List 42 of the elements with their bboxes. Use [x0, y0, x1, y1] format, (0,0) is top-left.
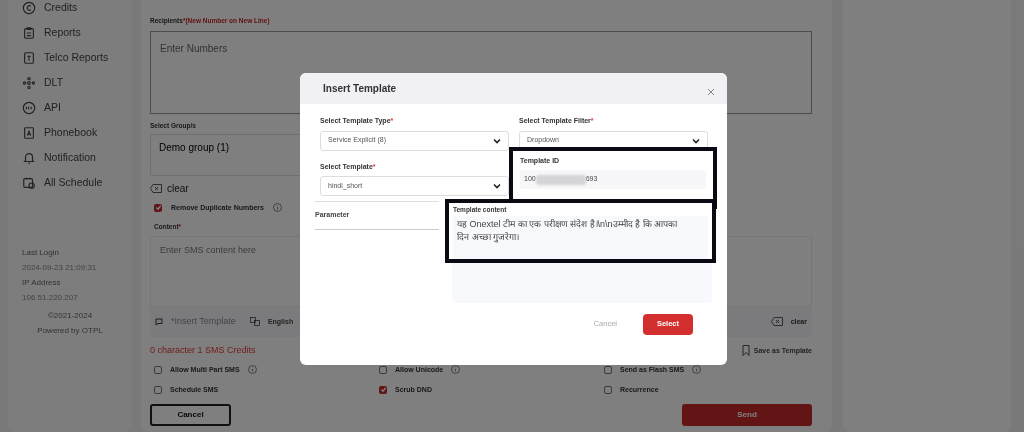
- translate-icon: [249, 317, 260, 327]
- credits-text: 0 character 1 SMS Credits: [150, 344, 256, 357]
- sidebar-item[interactable]: Telco Reports: [44, 49, 109, 66]
- clear-icon[interactable]: [150, 183, 162, 193]
- copyright-text: ©2021-2024: [47, 310, 93, 322]
- cancel-button[interactable]: Cancel: [150, 403, 231, 426]
- sidebar-item[interactable]: Phonebook: [44, 124, 98, 141]
- powered-by-text: Powered by OTPL: [37, 325, 103, 337]
- checkbox[interactable]: [154, 365, 162, 374]
- send-button[interactable]: Send: [682, 403, 812, 426]
- checkbox[interactable]: [154, 203, 162, 212]
- contact-book-icon: [22, 125, 36, 140]
- chevron-down-icon: [493, 183, 501, 189]
- dialog-title: Insert Template: [323, 82, 397, 96]
- close-icon[interactable]: [707, 87, 715, 96]
- blurred-redaction: [535, 174, 586, 185]
- chevron-down-icon: [493, 137, 501, 144]
- checkbox[interactable]: [154, 385, 162, 394]
- sidebar-item[interactable]: DLT: [44, 74, 64, 91]
- dots-cross-icon: [22, 75, 36, 90]
- sidebar-item[interactable]: All Schedule: [44, 174, 103, 191]
- bookmark-icon: [741, 345, 750, 357]
- info-icon: [273, 203, 282, 213]
- sidebar-item[interactable]: Reports: [44, 24, 81, 41]
- template-content-text: यह Onextel टीम का एक परीक्षण संदेश है।\n\nउम्मीद है कि आपका दिन अच्छा गुजरेगा।: [453, 216, 708, 259]
- api-circle-icon: [22, 100, 36, 115]
- sidebar-item[interactable]: Notification: [44, 149, 96, 166]
- chat-icon: [155, 317, 163, 326]
- checkbox[interactable]: [379, 385, 387, 394]
- clipboard-icon: [22, 25, 36, 40]
- checkbox[interactable]: [604, 385, 612, 394]
- sidebar-item[interactable]: API: [44, 99, 61, 116]
- sidebar-item[interactable]: Credits: [44, 0, 78, 16]
- ip-address-label: IP Address: [22, 277, 61, 289]
- chevron-down-icon: [692, 137, 700, 144]
- clear-icon[interactable]: [770, 317, 783, 327]
- credit-circle-icon: [22, 0, 36, 15]
- last-login-label: Last Login: [22, 247, 59, 259]
- calendar-clock-icon: [22, 175, 36, 190]
- clear-link[interactable]: clear: [167, 180, 189, 196]
- bell-icon: [22, 150, 36, 165]
- document-icon: [22, 50, 36, 65]
